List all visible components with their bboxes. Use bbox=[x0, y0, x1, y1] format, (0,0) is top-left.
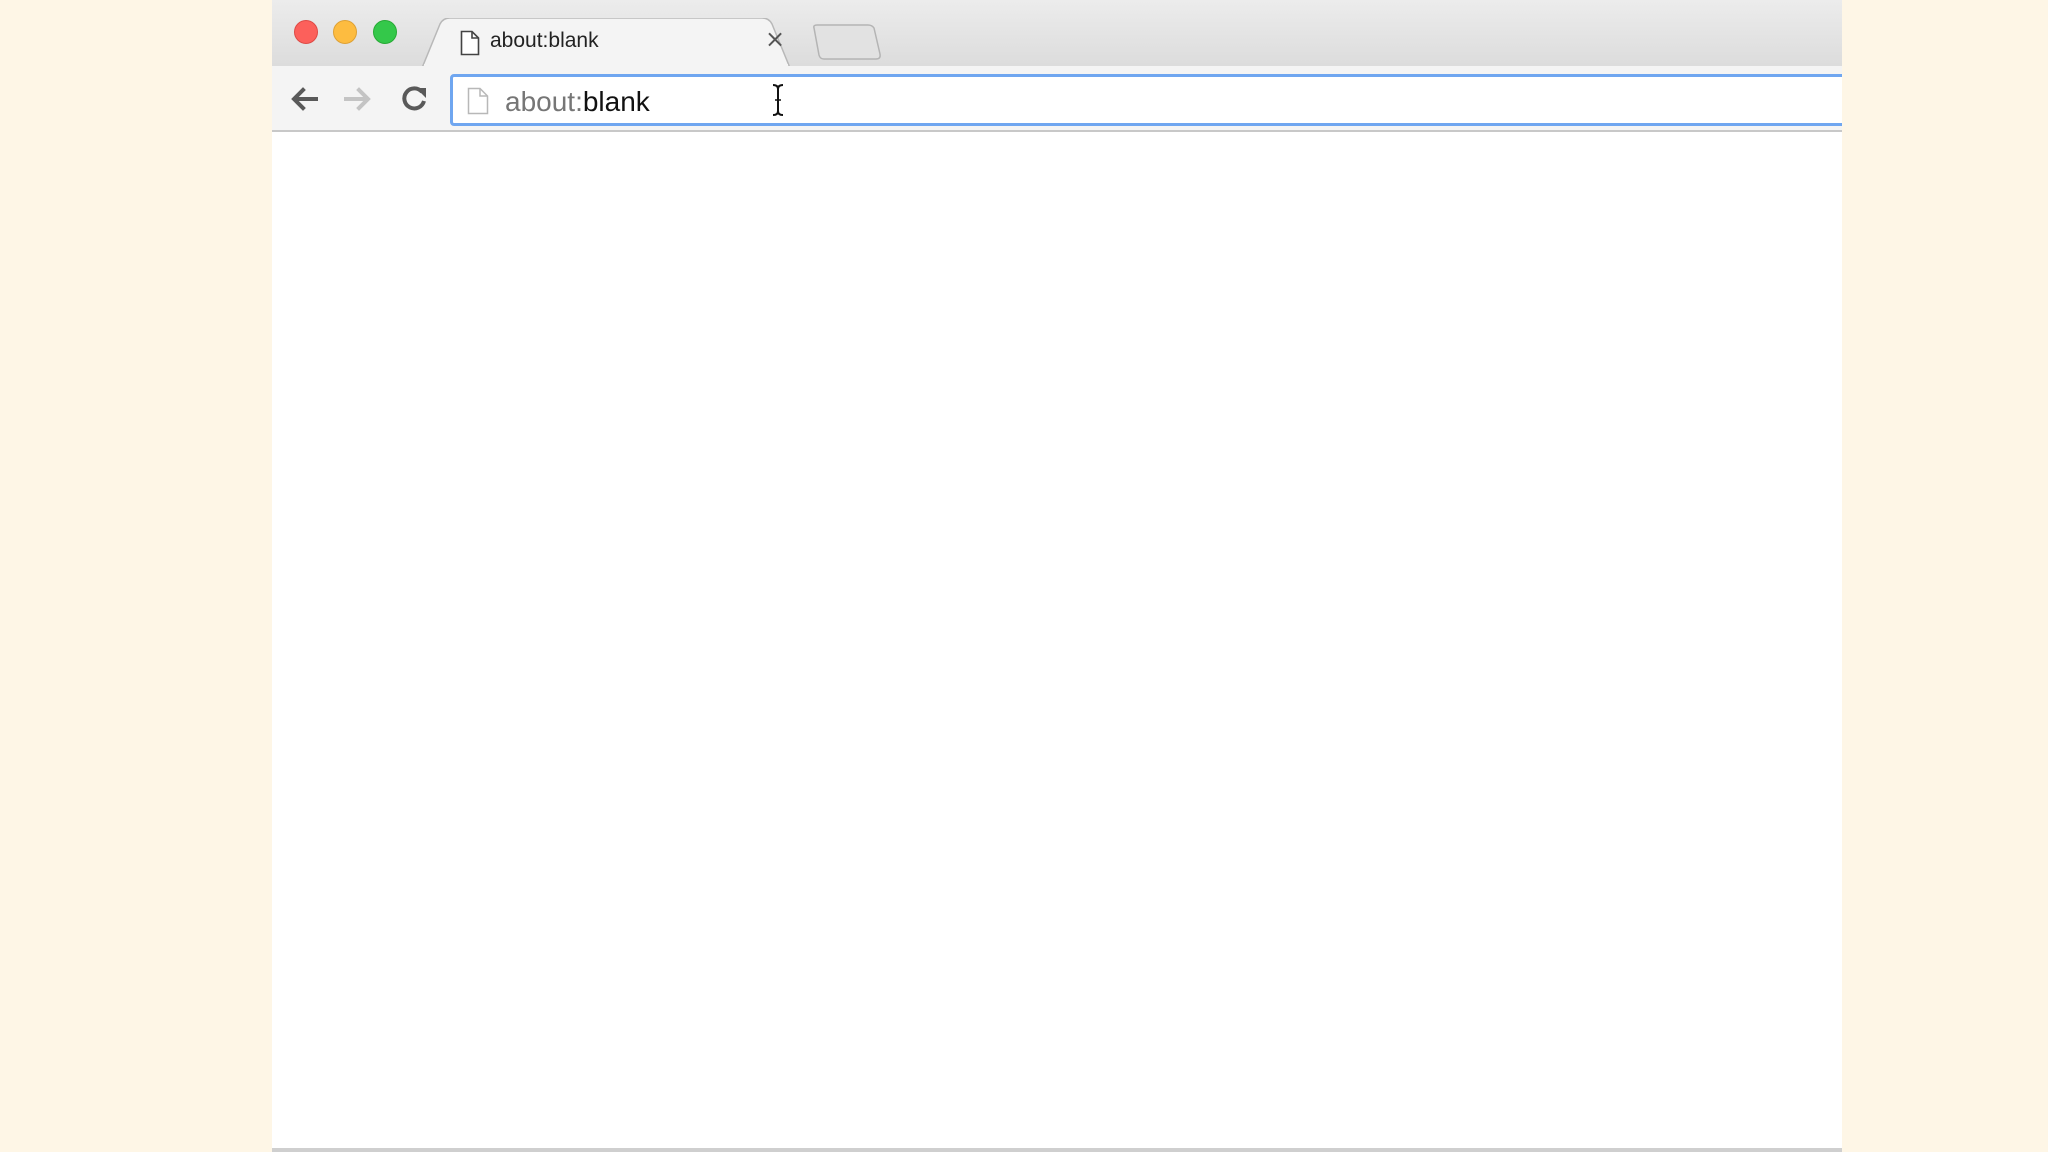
window-minimize-button[interactable] bbox=[333, 20, 357, 44]
tab-close-icon[interactable]: × bbox=[764, 27, 786, 51]
text-cursor-icon bbox=[772, 84, 784, 116]
window-bottom-edge bbox=[272, 1148, 1842, 1152]
page-content[interactable] bbox=[272, 132, 1842, 1150]
tab-strip: about:blank × bbox=[272, 0, 1842, 68]
reload-icon[interactable] bbox=[396, 81, 432, 117]
back-arrow-icon[interactable] bbox=[286, 81, 322, 117]
address-bar[interactable]: about:blank bbox=[450, 74, 1842, 126]
tab-title: about:blank bbox=[490, 29, 599, 52]
page-icon bbox=[467, 87, 489, 115]
browser-window: about:blank × about:blank bbox=[272, 0, 1842, 1152]
address-host: blank bbox=[582, 86, 650, 117]
page-icon bbox=[460, 30, 480, 56]
toolbar: about:blank bbox=[272, 66, 1842, 132]
tab-about-blank[interactable]: about:blank × bbox=[422, 18, 790, 68]
new-tab-button[interactable] bbox=[812, 24, 882, 60]
address-text[interactable]: about:blank bbox=[505, 86, 650, 118]
forward-arrow-icon[interactable] bbox=[340, 81, 376, 117]
window-close-button[interactable] bbox=[294, 20, 318, 44]
address-scheme: about: bbox=[505, 86, 583, 117]
window-zoom-button[interactable] bbox=[373, 20, 397, 44]
